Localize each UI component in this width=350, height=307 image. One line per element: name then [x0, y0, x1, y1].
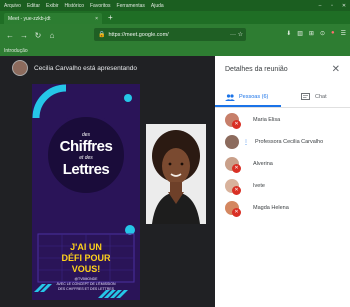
chat-icon — [301, 93, 310, 100]
new-tab-button[interactable]: + — [108, 13, 113, 23]
speaking-icon: ⋮ — [243, 139, 249, 146]
participant-name: Magda Helena — [253, 205, 289, 211]
avatar — [225, 135, 239, 149]
presenter-text: Cecilia Carvalho está apresentando — [34, 64, 137, 72]
chiffres-lettres-logo: des Chiffres et des Lettres — [45, 114, 127, 196]
logo-chiffres: Chiffres — [59, 138, 113, 155]
reload-icon[interactable]: ↻ — [34, 31, 42, 40]
recording-icon[interactable]: ● — [331, 30, 335, 37]
window-controls: – ▫ ✕ — [314, 3, 350, 9]
presenter-avatar — [12, 60, 28, 76]
presentation-slide: des Chiffres et des Lettres J'AI UN DÉFI… — [32, 84, 140, 300]
toolbar-icons: ⬇ ▥ ⊞ ⊙ ● ☰ — [280, 30, 346, 37]
participant-name: Professora Cecilia Carvalho — [255, 139, 324, 145]
page-actions-icon[interactable]: ··· ☆ — [230, 31, 243, 38]
lock-icon: 🔒 — [98, 32, 106, 38]
address-bar[interactable]: 🔒 https://meet.google.com/ ··· ☆ — [94, 28, 246, 41]
presenter-video — [146, 124, 206, 224]
avatar: ✕ — [225, 157, 241, 173]
logo-lettres: Lettres — [62, 161, 110, 178]
library-icon[interactable]: ▥ — [297, 30, 303, 37]
meeting-details-panel: Detalhes da reunião ✕ Pessoas (6) Chat ✕… — [215, 56, 350, 307]
menu-edit[interactable]: Editar — [27, 3, 40, 9]
downloads-icon[interactable]: ⬇ — [286, 30, 291, 37]
tab-meet[interactable]: Meet - yue-zzkb-jdt × — [4, 13, 102, 24]
menu-bookmarks[interactable]: Favoritos — [90, 3, 111, 9]
participant-name: Alverina — [253, 161, 273, 167]
slide-line-1: J'AI UN — [70, 242, 102, 252]
mic-off-icon: ✕ — [232, 208, 241, 217]
tab-people[interactable]: Pessoas (6) — [225, 90, 268, 104]
mic-off-icon: ✕ — [232, 186, 241, 195]
url-text: https://meet.google.com/ — [108, 31, 169, 38]
participant-name: Maria Elisa — [253, 117, 281, 123]
minimize-button[interactable]: – — [314, 3, 326, 9]
avatar: ✕ — [225, 201, 241, 217]
slide-credits: @TV5MONDE AVEC LE CONCEPT DE L'ÉMISSION … — [56, 277, 116, 291]
participant-row[interactable]: ✕ Alverina — [225, 154, 345, 174]
menu-tools[interactable]: Ferramentas — [117, 3, 145, 9]
bookmarks-bar: Introdução — [0, 46, 350, 56]
participant-row[interactable]: ✕ Maria Elisa — [225, 110, 345, 130]
tab-chat[interactable]: Chat — [301, 90, 327, 104]
tab-close-icon[interactable]: × — [95, 16, 98, 22]
participant-row[interactable]: ✕ Magda Helena — [225, 198, 345, 218]
maximize-button[interactable]: ▫ — [326, 3, 338, 9]
presenting-bar: Cecilia Carvalho está apresentando — [0, 56, 220, 80]
people-icon — [225, 93, 235, 101]
menu-file[interactable]: Arquivo — [4, 3, 21, 9]
forward-icon[interactable]: → — [20, 31, 28, 40]
menu-bar: Arquivo Editar Exibir Histórico Favorito… — [0, 0, 350, 11]
close-window-button[interactable]: ✕ — [338, 3, 350, 9]
avatar: ✕ — [225, 179, 241, 195]
presenter-portrait — [146, 124, 206, 224]
panel-title: Detalhes da reunião — [225, 66, 288, 73]
menu-icon[interactable]: ☰ — [341, 30, 346, 37]
participant-name: Ivete — [253, 183, 265, 189]
back-icon[interactable]: ← — [6, 31, 14, 40]
account-icon[interactable]: ⊙ — [320, 30, 325, 37]
menu-history[interactable]: Histórico — [65, 3, 84, 9]
tab-divider — [215, 107, 350, 108]
participant-row[interactable]: ⋮ Professora Cecilia Carvalho — [225, 132, 345, 152]
tab-bar: Meet - yue-zzkb-jdt × + — [0, 11, 350, 24]
panel-close-icon[interactable]: ✕ — [332, 64, 340, 75]
sidebar-icon[interactable]: ⊞ — [309, 30, 314, 37]
avatar: ✕ — [225, 113, 241, 129]
slide-line-3: VOUS! — [71, 264, 101, 274]
mic-off-icon: ✕ — [232, 120, 241, 129]
tab-chat-label: Chat — [315, 94, 327, 100]
home-icon[interactable]: ⌂ — [48, 31, 56, 40]
bookmark-introducao[interactable]: Introdução — [4, 48, 28, 54]
slide-line-2: DÉFI POUR — [61, 253, 111, 263]
menu-view[interactable]: Exibir — [46, 3, 59, 9]
mic-off-icon: ✕ — [232, 164, 241, 173]
menu-help[interactable]: Ajuda — [151, 3, 164, 9]
tab-people-label: Pessoas (6) — [239, 94, 269, 100]
tab-title: Meet - yue-zzkb-jdt — [8, 15, 51, 22]
navigation-bar: ← → ↻ ⌂ 🔒 https://meet.google.com/ ··· ☆… — [0, 24, 350, 46]
participant-row[interactable]: ✕ Ivete — [225, 176, 345, 196]
